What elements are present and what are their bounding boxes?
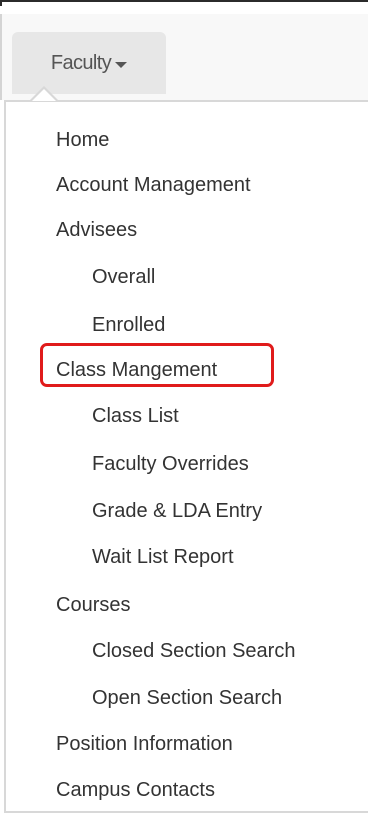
menu-item-campus-contacts[interactable]: Campus Contacts xyxy=(56,778,215,802)
menu-item-class-management[interactable]: Class Mangement xyxy=(56,358,217,382)
menu-item-overall[interactable]: Overall xyxy=(92,265,155,289)
caret-down-icon xyxy=(115,62,128,68)
menu-item-home[interactable]: Home xyxy=(56,128,109,152)
menu-item-open-section-search[interactable]: Open Section Search xyxy=(92,686,282,710)
menu-item-faculty-overrides[interactable]: Faculty Overrides xyxy=(92,452,249,476)
menu-item-enrolled[interactable]: Enrolled xyxy=(92,313,165,337)
menu-item-wait-list-report[interactable]: Wait List Report xyxy=(92,545,234,569)
menu-item-advisees[interactable]: Advisees xyxy=(56,218,137,242)
faculty-dropdown-menu: Home Account Management Advisees Overall… xyxy=(4,100,368,813)
faculty-button-label: Faculty xyxy=(50,51,112,74)
menu-item-position-information[interactable]: Position Information xyxy=(56,732,233,756)
menu-item-account-management[interactable]: Account Management xyxy=(56,173,251,197)
faculty-dropdown-button[interactable]: Faculty xyxy=(12,32,166,94)
menu-item-closed-section-search[interactable]: Closed Section Search xyxy=(92,639,295,663)
app-frame: Faculty Home Account Management Advisees… xyxy=(0,0,368,819)
menu-item-grade-lda-entry[interactable]: Grade & LDA Entry xyxy=(92,499,262,523)
menu-item-class-list[interactable]: Class List xyxy=(92,404,179,428)
dropdown-pointer xyxy=(32,89,56,101)
menu-item-courses[interactable]: Courses xyxy=(56,593,130,617)
window-edge xyxy=(0,0,368,6)
